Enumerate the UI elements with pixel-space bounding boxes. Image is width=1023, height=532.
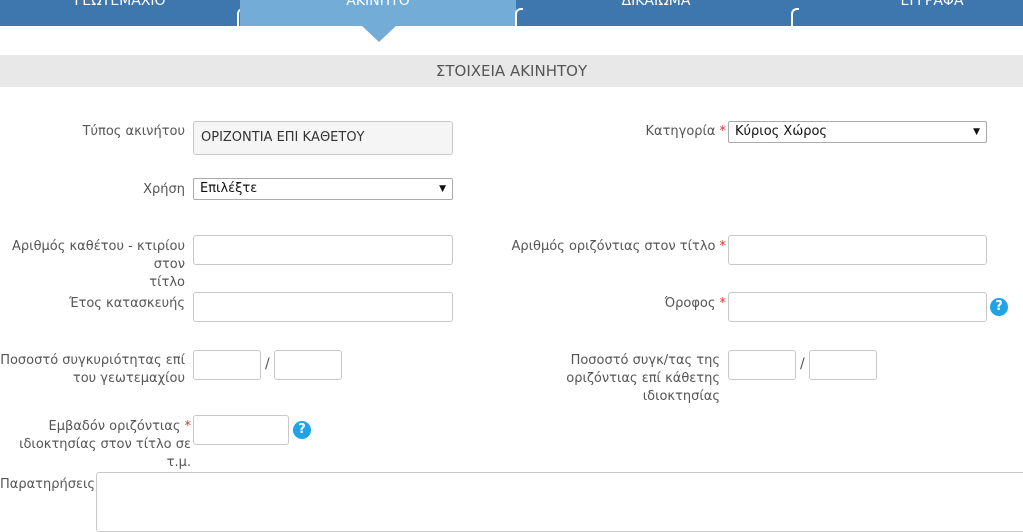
tab-right-label: ΔΙΚΑΙΩΜΑ [621,0,691,9]
category-select[interactable]: Κύριος Χώρος ▼ [728,121,987,143]
label-line: του γεωτεμαχίου [72,371,185,386]
tab-property-label: ΑΚΙΝΗΤΟ [346,0,410,9]
tab-documents-label: ΕΓΓΡΑΦΑ [900,0,964,9]
construction-year-label: Έτος κατασκευής [68,296,185,311]
required-marker: * [719,296,727,311]
area-label: Εμβαδόν οριζόντιας * ιδιοκτησίας στον τίτ… [0,418,191,472]
tab-plot-label: ΓΕΩΤΕΜΑΧΙΟ [74,0,166,9]
tab-bar: ΓΕΩΤΕΜΑΧΙΟ ΑΚΙΝΗΤΟ ΔΙΚΑΙΩΜΑ ΕΓΓΡΑΦΑ [0,0,1023,26]
label-line: Αριθμός καθέτου - κτιρίου στον [12,239,185,272]
horizontal-number-label: Αριθμός οριζόντιας στον τίτλο * [511,239,727,254]
floor-label: Όροφος * [664,296,727,311]
required-marker: * [719,239,727,254]
tab-plot[interactable]: ΓΕΩΤΕΜΑΧΙΟ [0,0,240,26]
use-select-value: Επιλέξτε [200,181,258,196]
category-select-value: Κύριος Χώρος [735,124,828,139]
label-line: Ποσοστό συγκυριότητας επί [0,353,185,368]
section-title: ΣΤΟΙΧΕΙΑ ΑΚΙΝΗΤΟΥ [0,55,1023,87]
tab-property[interactable]: ΑΚΙΝΗΤΟ [240,0,516,26]
notes-label: Παρατηρήσεις [0,477,96,492]
required-marker: * [184,419,192,434]
tab-right[interactable]: ΔΙΚΑΙΩΜΑ [518,0,794,26]
fraction-separator: / [265,356,270,372]
active-tab-pointer [362,26,396,42]
coownership-horizontal-numerator[interactable] [728,350,796,380]
help-icon[interactable]: ? [990,298,1008,316]
tab-documents[interactable]: ΕΓΓΡΑΦΑ [794,0,1023,26]
label-line: οριζόντιας επί κάθετης [566,371,720,386]
category-label: Κατηγορία * [645,124,727,139]
label-line: τίτλο [149,275,185,290]
label-line: Ποσοστό συγκ/τας της [570,353,720,368]
help-icon[interactable]: ? [293,421,311,439]
label-line: ιδιοκτησίας [642,389,720,404]
label-line: ιδιοκτησίας στον τίτλο σε τ.μ. [19,437,191,470]
coownership-plot-numerator[interactable] [193,350,261,380]
use-select[interactable]: Επιλέξτε ▼ [193,178,453,200]
fraction-separator: / [800,356,805,372]
floor-input[interactable] [728,292,987,322]
construction-year-input[interactable] [193,292,453,322]
property-type-label: Τύπος ακινήτου [82,124,185,139]
horizontal-number-input[interactable] [728,235,987,265]
coownership-horizontal-denominator[interactable] [809,350,877,380]
vertical-building-number-input[interactable] [193,235,453,265]
property-type-field[interactable]: ΟΡΙΖΟΝΤΙΑ ΕΠΙ ΚΑΘΕΤΟΥ [193,121,453,155]
vertical-building-number-label: Αριθμός καθέτου - κτιρίου στον τίτλο [0,238,185,292]
notes-textarea[interactable] [96,472,1023,532]
chevron-down-icon: ▼ [973,127,980,137]
coownership-plot-denominator[interactable] [274,350,342,380]
area-input[interactable] [193,415,289,445]
coownership-horizontal-label: Ποσοστό συγκ/τας της οριζόντιας επί κάθε… [566,352,720,406]
use-label: Χρήση [143,182,185,197]
required-marker: * [719,124,727,139]
label-line: Εμβαδόν οριζόντιας [48,419,181,434]
coownership-plot-label: Ποσοστό συγκυριότητας επί του γεωτεμαχίο… [0,352,185,388]
chevron-down-icon: ▼ [439,184,446,194]
